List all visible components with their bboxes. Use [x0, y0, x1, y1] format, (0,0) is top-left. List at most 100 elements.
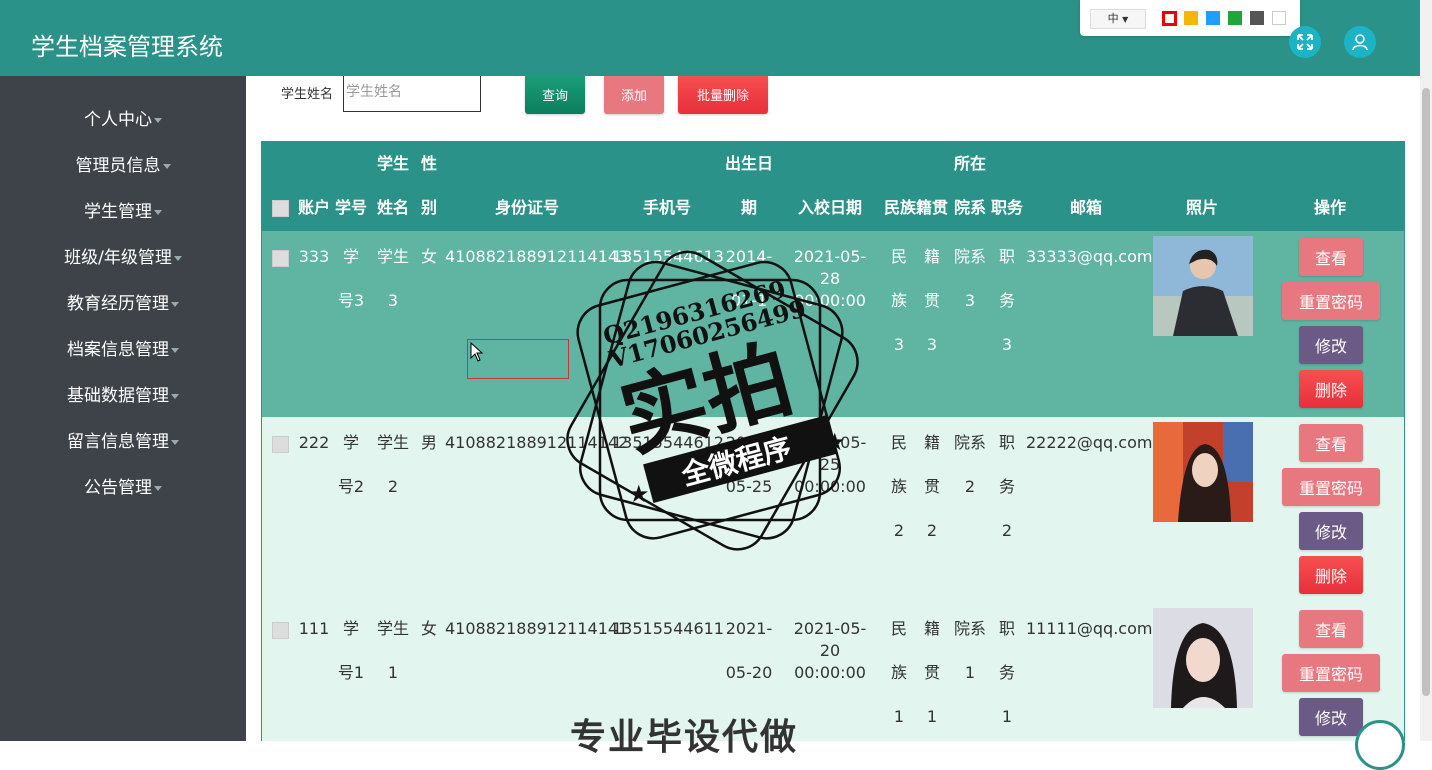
sidebar-item-label: 管理员信息 — [75, 156, 161, 176]
caret-down-icon — [173, 255, 182, 261]
back-to-top-button[interactable] — [1355, 720, 1405, 770]
caret-down-icon — [162, 163, 171, 169]
sidebar-item-basic-data[interactable]: 基础数据管理 — [0, 384, 246, 408]
reset-password-button[interactable]: 重置密码 — [1282, 282, 1380, 320]
caret-down-icon — [171, 301, 179, 307]
cell-student-no-1: 学 — [342, 619, 359, 638]
header-enroll-date: 入校日期 — [797, 198, 862, 217]
cell-student-no-2: 号3 — [337, 291, 365, 310]
edit-button[interactable]: 修改 — [1299, 512, 1363, 550]
cell-gender: 女 — [420, 247, 437, 266]
table-row[interactable]: 111 学 号1 学生 1 女 410882188912114141 13515… — [262, 603, 1404, 741]
vertical-scrollbar[interactable] — [1420, 0, 1432, 741]
scrollbar-thumb[interactable] — [1422, 88, 1430, 696]
view-button[interactable]: 查看 — [1299, 238, 1363, 276]
cell-id-card: 410882188912114141 — [445, 619, 629, 638]
cell-account: 333 — [298, 247, 330, 266]
language-select[interactable]: 中 ▼ — [1090, 9, 1146, 29]
theme-swatch-green[interactable] — [1228, 11, 1242, 25]
caret-down-icon — [171, 347, 179, 353]
cell-enroll-1: 2021-05-20 — [793, 619, 867, 660]
cell-birth-2: 05-25 — [725, 477, 773, 496]
edit-button[interactable]: 修改 — [1299, 698, 1363, 736]
cell-phone: 13515544612 — [612, 433, 724, 452]
reset-password-button[interactable]: 重置密码 — [1282, 654, 1380, 692]
sidebar-item-student-management[interactable]: 学生管理 — [0, 200, 246, 224]
cell-ethnic-3: 3 — [893, 335, 905, 354]
main-content: 学生姓名 学生姓名 查询 添加 批量删除 账户 学号 学生 姓名 性 别 身份证… — [246, 76, 1420, 741]
header-dept-2: 院系 — [953, 198, 986, 217]
student-photo — [1153, 608, 1253, 708]
theme-swatch-red[interactable] — [1162, 11, 1177, 26]
header-email: 邮箱 — [1069, 198, 1102, 217]
view-button[interactable]: 查看 — [1299, 610, 1363, 648]
row-checkbox[interactable] — [272, 250, 289, 267]
add-button[interactable]: 添加 — [604, 76, 664, 114]
cell-gender: 女 — [420, 619, 437, 638]
cell-birth-2: 05-20 — [725, 663, 773, 682]
sidebar-item-label: 教育经历管理 — [67, 294, 169, 314]
cell-native-1: 籍 — [923, 247, 940, 266]
cell-duty-1: 职 — [998, 433, 1015, 452]
theme-swatch-white[interactable] — [1272, 11, 1286, 25]
row-checkbox[interactable] — [272, 436, 289, 453]
reset-password-button[interactable]: 重置密码 — [1282, 468, 1380, 506]
fullscreen-button[interactable] — [1289, 26, 1321, 58]
student-name-search-input[interactable]: 学生姓名 — [343, 76, 481, 112]
app-title: 学生档案管理系统 — [31, 33, 223, 61]
cell-name-2: 2 — [387, 477, 399, 496]
cell-ethnic-3: 2 — [893, 521, 905, 540]
edit-button[interactable]: 修改 — [1299, 326, 1363, 364]
cell-duty-3: 3 — [1001, 335, 1013, 354]
row-checkbox[interactable] — [272, 622, 289, 639]
sidebar-item-label: 档案信息管理 — [67, 340, 169, 360]
header-native: 籍贯 — [915, 198, 948, 217]
cell-enroll-1: 2021-05-25 — [793, 433, 867, 474]
user-button[interactable] — [1344, 26, 1376, 58]
select-all-checkbox[interactable] — [272, 200, 289, 217]
sidebar-item-admin-info[interactable]: 管理员信息 — [0, 154, 246, 178]
table-row[interactable]: 333 学 号3 学生 3 女 410882188912114143 13515… — [262, 231, 1404, 417]
view-button[interactable]: 查看 — [1299, 424, 1363, 462]
sidebar-item-notices[interactable]: 公告管理 — [0, 476, 246, 500]
cell-duty-2: 务 — [998, 477, 1015, 496]
watermark-bottom-text: 专业毕设代做 — [570, 717, 799, 758]
delete-button[interactable]: 删除 — [1299, 556, 1363, 594]
theme-swatch-yellow[interactable] — [1184, 11, 1198, 25]
batch-delete-button[interactable]: 批量删除 — [678, 76, 768, 114]
cell-native-3: 2 — [926, 521, 938, 540]
header-id-card: 身份证号 — [494, 198, 559, 217]
cell-account: 222 — [298, 433, 330, 452]
student-photo — [1153, 236, 1253, 336]
table-row[interactable]: 222 学 号2 学生 2 男 410882188912114142 13515… — [262, 417, 1404, 603]
cell-id-card: 410882188912114143 — [445, 247, 629, 266]
caret-down-icon — [154, 209, 162, 215]
sidebar-item-label: 班级/年级管理 — [64, 248, 172, 268]
delete-button[interactable]: 删除 — [1299, 370, 1363, 408]
cell-enroll-2: 00:00:00 — [794, 663, 866, 682]
search-label: 学生姓名 — [281, 87, 334, 102]
header-operations: 操作 — [1313, 198, 1346, 217]
sidebar-item-archive-info[interactable]: 档案信息管理 — [0, 338, 246, 362]
cell-duty-1: 职 — [998, 247, 1015, 266]
user-icon — [1352, 34, 1368, 51]
cell-native-2: 贯 — [923, 663, 940, 682]
theme-swatch-blue[interactable] — [1206, 11, 1220, 25]
sidebar-item-personal-center[interactable]: 个人中心 — [0, 108, 246, 132]
sidebar-item-education[interactable]: 教育经历管理 — [0, 292, 246, 316]
sidebar-item-messages[interactable]: 留言信息管理 — [0, 430, 246, 454]
header-birth-2: 期 — [740, 198, 757, 217]
student-photo — [1153, 422, 1253, 522]
table-header: 账户 学号 学生 姓名 性 别 身份证号 手机号 出生日 期 入校日期 民族 籍… — [262, 142, 1404, 231]
sidebar-item-label: 公告管理 — [84, 478, 152, 498]
caret-down-icon — [171, 393, 179, 399]
cell-dept-1: 院系 — [953, 619, 986, 638]
student-table: 账户 学号 学生 姓名 性 别 身份证号 手机号 出生日 期 入校日期 民族 籍… — [261, 141, 1405, 741]
query-button[interactable]: 查询 — [525, 76, 585, 114]
theme-swatch-gray[interactable] — [1250, 11, 1264, 25]
cell-ethnic-2: 族 — [890, 291, 907, 310]
cell-native-1: 籍 — [923, 433, 940, 452]
cell-student-no-2: 号2 — [337, 477, 365, 496]
sidebar-item-class-grade[interactable]: 班级/年级管理 — [0, 246, 246, 270]
cell-native-1: 籍 — [923, 619, 940, 638]
